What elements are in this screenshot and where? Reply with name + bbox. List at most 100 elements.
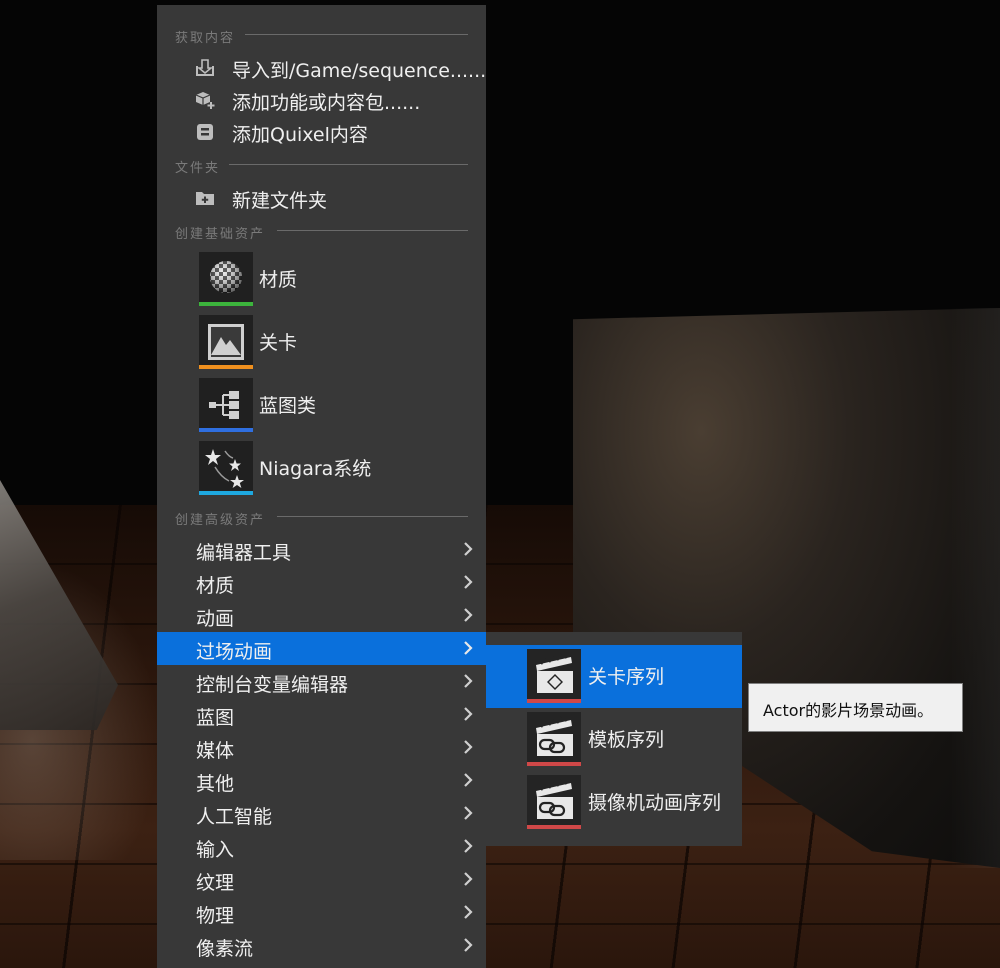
chevron-right-icon — [464, 938, 473, 952]
submenu-item-label: 过场动画 — [196, 641, 273, 663]
section-get-content: 获取内容 — [157, 25, 486, 46]
chevron-right-icon — [464, 542, 473, 556]
section-divider — [277, 516, 468, 517]
section-advanced-assets: 创建高级资产 — [157, 507, 486, 528]
level-sequence-icon — [536, 652, 573, 693]
section-label: 文件夹 — [175, 161, 221, 176]
section-label: 创建高级资产 — [175, 513, 266, 528]
menu-item-label: 新建文件夹 — [232, 190, 328, 212]
asset-color-bar — [199, 365, 253, 369]
level-mountain-icon — [208, 324, 244, 360]
slab-edge — [950, 308, 1000, 868]
section-basic-assets: 创建基础资产 — [157, 221, 486, 242]
asset-color-bar — [199, 302, 253, 306]
submenu-item-label: 蓝图 — [196, 707, 235, 729]
asset-label: 蓝图类 — [259, 395, 317, 417]
cinematics-submenu: 关卡序列 模板序列 摄像机动画序列 — [486, 632, 742, 846]
submenu-item-misc[interactable]: 其他 — [157, 764, 486, 797]
submenu-item-label: 动画 — [196, 608, 235, 630]
chevron-right-icon — [464, 872, 473, 886]
tooltip-text: Actor的影片场景动画。 — [763, 701, 934, 720]
asset-label: 摄像机动画序列 — [588, 792, 722, 814]
asset-label: 关卡序列 — [588, 666, 665, 688]
submenu-item-cinematics[interactable]: 过场动画 — [157, 632, 486, 665]
asset-item-blueprint-class[interactable]: 蓝图类 — [199, 378, 479, 432]
asset-thumbnail — [199, 441, 253, 495]
camera-anim-sequence-icon — [536, 778, 573, 819]
submenu-item-blueprint[interactable]: 蓝图 — [157, 698, 486, 731]
submenu-item-label: 其他 — [196, 773, 235, 795]
asset-thumbnail — [199, 252, 253, 306]
submenu-item-console-variables-editor[interactable]: 控制台变量编辑器 — [157, 665, 486, 698]
section-label: 创建基础资产 — [175, 227, 266, 242]
section-divider — [277, 230, 468, 231]
asset-thumbnail — [199, 378, 253, 432]
add-feature-pack-icon — [195, 90, 215, 109]
submenu-item-material[interactable]: 材质 — [157, 566, 486, 599]
asset-label: 模板序列 — [588, 729, 665, 751]
asset-color-bar — [527, 699, 581, 703]
asset-thumbnail — [527, 712, 581, 766]
asset-label: Niagara系统 — [259, 458, 372, 480]
asset-label: 关卡 — [259, 332, 298, 354]
asset-item-material[interactable]: 材质 — [199, 252, 479, 306]
submenu-item-texture[interactable]: 纹理 — [157, 863, 486, 896]
asset-color-bar — [199, 491, 253, 495]
material-sphere-icon — [210, 261, 242, 293]
submenu-item-media[interactable]: 媒体 — [157, 731, 486, 764]
niagara-stars-icon — [205, 449, 244, 488]
new-folder-icon — [195, 188, 214, 206]
section-folder: 文件夹 — [157, 155, 486, 176]
asset-thumbnail — [199, 315, 253, 369]
quixel-icon — [195, 122, 213, 140]
submenu-item-input[interactable]: 输入 — [157, 830, 486, 863]
section-divider — [229, 164, 468, 165]
import-icon — [195, 58, 214, 76]
chevron-right-icon — [464, 773, 473, 787]
submenu-item-label: 输入 — [196, 839, 235, 861]
section-label: 获取内容 — [175, 31, 236, 46]
submenu-item-label: 控制台变量编辑器 — [196, 674, 349, 696]
template-sequence-icon — [536, 715, 573, 756]
blueprint-class-icon — [209, 391, 239, 419]
chevron-right-icon — [464, 839, 473, 853]
menu-item-new-folder[interactable]: 新建文件夹 — [195, 183, 485, 213]
asset-item-level-sequence[interactable]: 关卡序列 — [486, 645, 742, 708]
submenu-item-label: 媒体 — [196, 740, 235, 762]
asset-thumbnail — [527, 775, 581, 829]
asset-item-level[interactable]: 关卡 — [199, 315, 479, 369]
asset-item-niagara-system[interactable]: Niagara系统 — [199, 441, 479, 495]
submenu-item-ai[interactable]: 人工智能 — [157, 797, 486, 830]
asset-thumbnail — [527, 649, 581, 703]
chevron-right-icon — [464, 608, 473, 622]
content-browser-context-menu: 获取内容 导入到/Game/sequence...... 添加功能或内容包...… — [157, 5, 486, 968]
chevron-right-icon — [464, 674, 473, 688]
submenu-item-editor-tools[interactable]: 编辑器工具 — [157, 533, 486, 566]
chevron-right-icon — [464, 905, 473, 919]
submenu-item-label: 物理 — [196, 905, 235, 927]
chevron-right-icon — [464, 707, 473, 721]
chevron-right-icon — [464, 806, 473, 820]
menu-item-label: 添加功能或内容包...... — [232, 92, 421, 114]
chevron-right-icon — [464, 575, 473, 589]
asset-color-bar — [527, 825, 581, 829]
submenu-item-pixel-streaming[interactable]: 像素流 — [157, 929, 486, 962]
submenu-item-animation[interactable]: 动画 — [157, 599, 486, 632]
asset-item-template-sequence[interactable]: 模板序列 — [486, 708, 742, 771]
submenu-item-label: 编辑器工具 — [196, 542, 292, 564]
asset-color-bar — [199, 428, 253, 432]
submenu-item-physics[interactable]: 物理 — [157, 896, 486, 929]
menu-item-label: 导入到/Game/sequence...... — [232, 60, 487, 82]
menu-item-add-feature-pack[interactable]: 添加功能或内容包...... — [195, 85, 485, 115]
submenu-item-label: 材质 — [196, 575, 235, 597]
menu-item-label: 添加Quixel内容 — [232, 124, 368, 146]
chevron-right-icon — [464, 641, 473, 655]
menu-item-import[interactable]: 导入到/Game/sequence...... — [195, 53, 487, 83]
menu-item-add-quixel[interactable]: 添加Quixel内容 — [195, 117, 485, 147]
asset-label: 材质 — [259, 269, 298, 291]
submenu-item-label: 人工智能 — [196, 806, 273, 828]
asset-color-bar — [527, 762, 581, 766]
asset-item-camera-animation-sequence[interactable]: 摄像机动画序列 — [486, 771, 742, 834]
chevron-right-icon — [464, 740, 473, 754]
submenu-item-label: 像素流 — [196, 938, 254, 960]
